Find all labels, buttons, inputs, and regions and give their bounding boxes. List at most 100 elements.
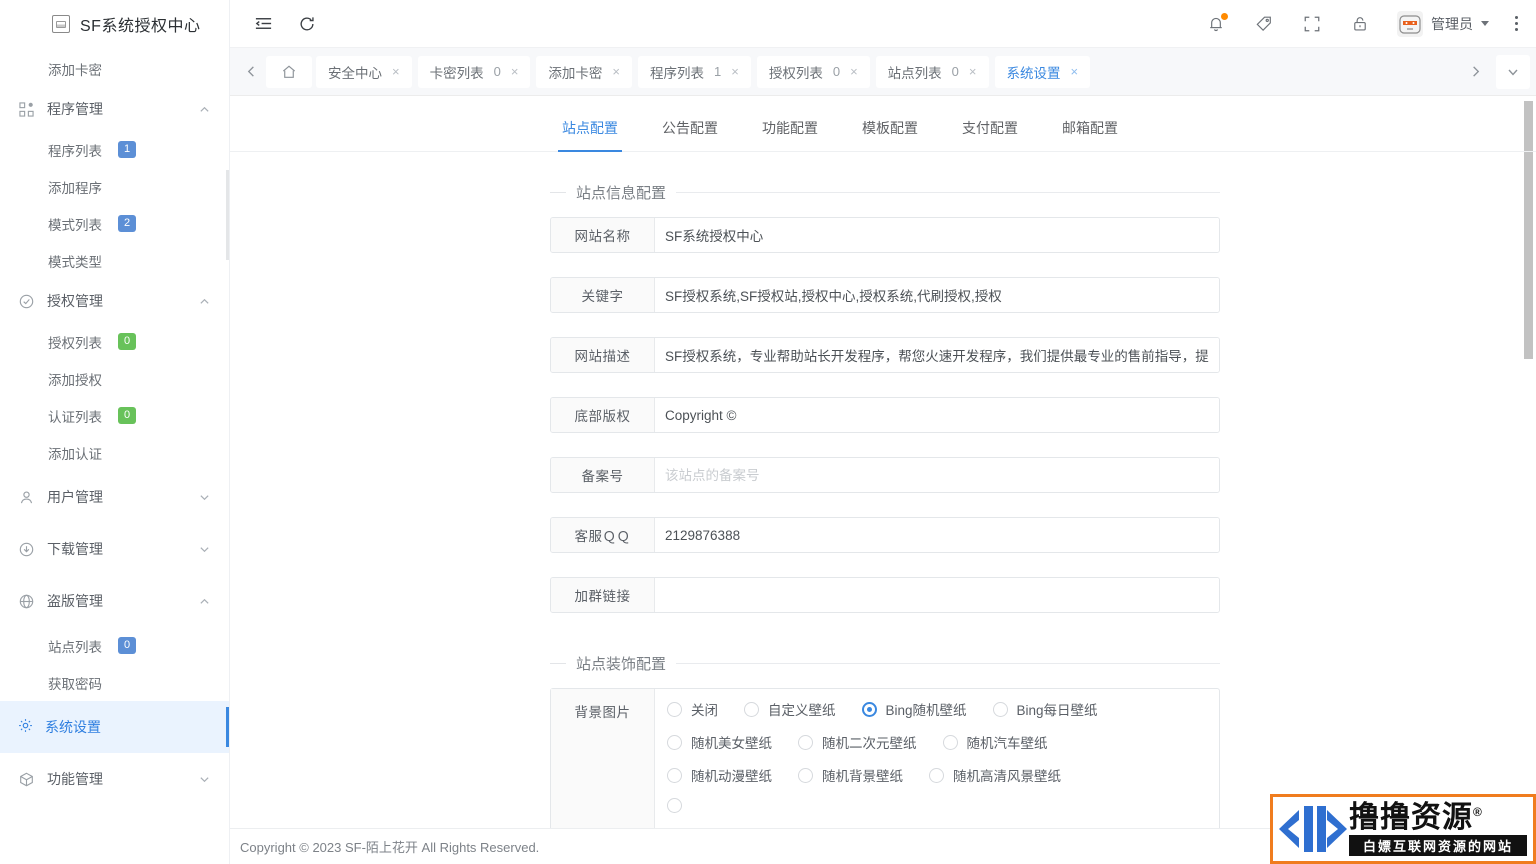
sidebar-item-system-settings[interactable]: 系统设置 — [0, 701, 229, 753]
tab-home-icon[interactable] — [266, 55, 312, 88]
fullscreen-icon[interactable] — [1301, 13, 1323, 35]
close-icon[interactable]: × — [612, 65, 620, 78]
close-icon[interactable]: × — [850, 65, 858, 78]
tab-label: 卡密列表 — [429, 65, 484, 81]
site-name-input[interactable] — [655, 218, 1219, 252]
field-group-link: 加群链接 — [550, 577, 1220, 613]
sidebar-nav: 添加卡密 程序管理 程序列表 1 添加程序 模式列表 2 模式类型 授权管理 授… — [0, 48, 229, 805]
radio-bg-cartoon[interactable]: 随机动漫壁纸 — [667, 765, 772, 785]
keywords-input[interactable] — [655, 278, 1219, 312]
sidebar-item-auth-list[interactable]: 授权列表 0 — [0, 323, 229, 360]
user-menu[interactable]: 管理员 — [1397, 10, 1489, 37]
sidebar-item-add-auth[interactable]: 添加授权 — [0, 360, 229, 397]
tab-card-list[interactable]: 卡密列表 0 × — [417, 55, 531, 88]
tab-add-card[interactable]: 添加卡密 × — [536, 55, 633, 88]
tab-system-settings[interactable]: 系统设置 × — [994, 55, 1091, 88]
sidebar-item-program-list[interactable]: 程序列表 1 — [0, 131, 229, 168]
radio-row: 随机动漫壁纸 随机背景壁纸 随机高清风景壁纸 — [667, 765, 1207, 785]
radio-bg-bing-daily[interactable]: Bing每日壁纸 — [992, 699, 1098, 719]
top-bar-left — [230, 11, 320, 37]
sidebar-item-site-list[interactable]: 站点列表 0 — [0, 627, 229, 664]
sidebar-item-add-cert[interactable]: 添加认证 — [0, 434, 229, 471]
close-icon[interactable]: × — [1071, 65, 1079, 78]
sidebar-item-add-program[interactable]: 添加程序 — [0, 168, 229, 205]
globe-icon — [18, 593, 35, 610]
close-icon[interactable]: × — [392, 65, 400, 78]
radio-circle-icon — [744, 701, 759, 717]
bell-icon[interactable] — [1205, 12, 1228, 35]
icp-number-input[interactable] — [655, 458, 1219, 492]
footer-copyright-input[interactable] — [655, 398, 1219, 432]
radio-label: Bing每日壁纸 — [1016, 703, 1098, 718]
kebab-icon[interactable] — [1515, 16, 1518, 31]
close-icon[interactable]: × — [511, 65, 519, 78]
radio-bg-car[interactable]: 随机汽车壁纸 — [942, 732, 1048, 752]
avatar — [1397, 10, 1423, 37]
tab-function-config[interactable]: 功能配置 — [740, 118, 840, 151]
sidebar-group-download[interactable]: 下载管理 — [0, 523, 229, 575]
content-area: 站点配置 公告配置 功能配置 模板配置 支付配置 邮箱配置 站点信息配置 网站名… — [230, 96, 1536, 828]
sidebar-group-piracy[interactable]: 盗版管理 — [0, 575, 229, 627]
tab-scroll-right-icon[interactable] — [1458, 55, 1492, 89]
close-icon[interactable]: × — [969, 65, 977, 78]
footer-copyright: Copyright © 2023 SF-陌上花开 All Rights Rese… — [240, 840, 540, 855]
tab-auth-list[interactable]: 授权列表 0 × — [756, 55, 870, 88]
field-icp-number: 备案号 — [550, 457, 1220, 493]
field-footer-copyright: 底部版权 — [550, 397, 1220, 433]
tab-payment-config[interactable]: 支付配置 — [940, 118, 1040, 151]
tab-security-center[interactable]: 安全中心 × — [316, 55, 412, 88]
close-icon[interactable]: × — [731, 65, 739, 78]
sidebar-item-get-password[interactable]: 获取密码 — [0, 664, 229, 701]
content-inner: 站点配置 公告配置 功能配置 模板配置 支付配置 邮箱配置 站点信息配置 网站名… — [230, 96, 1536, 828]
tab-site-config[interactable]: 站点配置 — [540, 118, 640, 152]
section-title-text: 站点信息配置 — [576, 185, 667, 202]
tab-template-config[interactable]: 模板配置 — [840, 118, 940, 151]
radio-bg-anime2d[interactable]: 随机二次元壁纸 — [798, 732, 917, 752]
refresh-icon[interactable] — [294, 11, 320, 37]
radio-label: 随机二次元壁纸 — [822, 736, 917, 751]
sidebar-item-cert-list[interactable]: 认证列表 0 — [0, 397, 229, 434]
radio-bg-custom[interactable]: 自定义壁纸 — [744, 699, 836, 719]
chevron-down-icon — [197, 772, 211, 786]
radio-bg-more[interactable] — [667, 798, 682, 813]
tab-email-config[interactable]: 邮箱配置 — [1040, 118, 1140, 151]
app-logo-icon — [52, 15, 70, 33]
sidebar-item-add-card[interactable]: 添加卡密 — [0, 50, 229, 87]
tab-label: 授权列表 — [768, 65, 823, 81]
sidebar-group-feature[interactable]: 功能管理 — [0, 753, 229, 805]
sidebar-group-authorization[interactable]: 授权管理 — [0, 279, 229, 323]
radio-bg-hd-scenery[interactable]: 随机高清风景壁纸 — [929, 765, 1061, 785]
tab-count: 1 — [714, 64, 722, 79]
group-link-input[interactable] — [655, 578, 1219, 612]
field-label: 背景图片 — [551, 689, 655, 828]
tab-bar-controls — [1458, 54, 1530, 89]
check-circle-icon — [18, 293, 35, 310]
lock-icon[interactable] — [1349, 13, 1371, 35]
sidebar-group-program[interactable]: 程序管理 — [0, 87, 229, 131]
sidebar-group-user[interactable]: 用户管理 — [0, 471, 229, 523]
sidebar-item-label: 添加程序 — [48, 180, 102, 196]
radio-label: 随机美女壁纸 — [691, 736, 772, 751]
tab-notice-config[interactable]: 公告配置 — [640, 118, 740, 151]
tag-icon[interactable] — [1253, 13, 1275, 35]
grid-icon — [18, 101, 35, 118]
sidebar-item-mode-type[interactable]: 模式类型 — [0, 242, 229, 279]
app-logo[interactable]: SF系统授权中心 — [0, 0, 229, 48]
tab-dropdown-icon[interactable] — [1496, 54, 1530, 89]
service-qq-input[interactable] — [655, 518, 1219, 552]
sidebar-item-label: 授权列表 — [48, 335, 102, 351]
radio-bg-bing-random[interactable]: Bing随机壁纸 — [861, 699, 967, 719]
radio-bg-backdrop[interactable]: 随机背景壁纸 — [798, 765, 903, 785]
radio-bg-off[interactable]: 关闭 — [667, 699, 718, 719]
sidebar-item-label: 添加授权 — [48, 372, 102, 388]
radio-bg-beauty[interactable]: 随机美女壁纸 — [667, 732, 772, 752]
site-description-input[interactable] — [655, 338, 1219, 372]
menu-fold-icon[interactable] — [250, 11, 276, 37]
tab-program-list[interactable]: 程序列表 1 × — [638, 55, 751, 88]
sidebar-item-mode-list[interactable]: 模式列表 2 — [0, 205, 229, 242]
tab-site-list[interactable]: 站点列表 0 × — [875, 55, 989, 88]
tab-scroll-left-icon[interactable] — [236, 48, 266, 96]
sidebar-item-label: 程序列表 — [48, 143, 102, 159]
field-background-image: 背景图片 关闭 自定义壁纸 Bing随机壁纸 Bing每日壁纸 随机美女壁纸 随… — [550, 688, 1220, 828]
radio-label: 自定义壁纸 — [768, 703, 836, 718]
